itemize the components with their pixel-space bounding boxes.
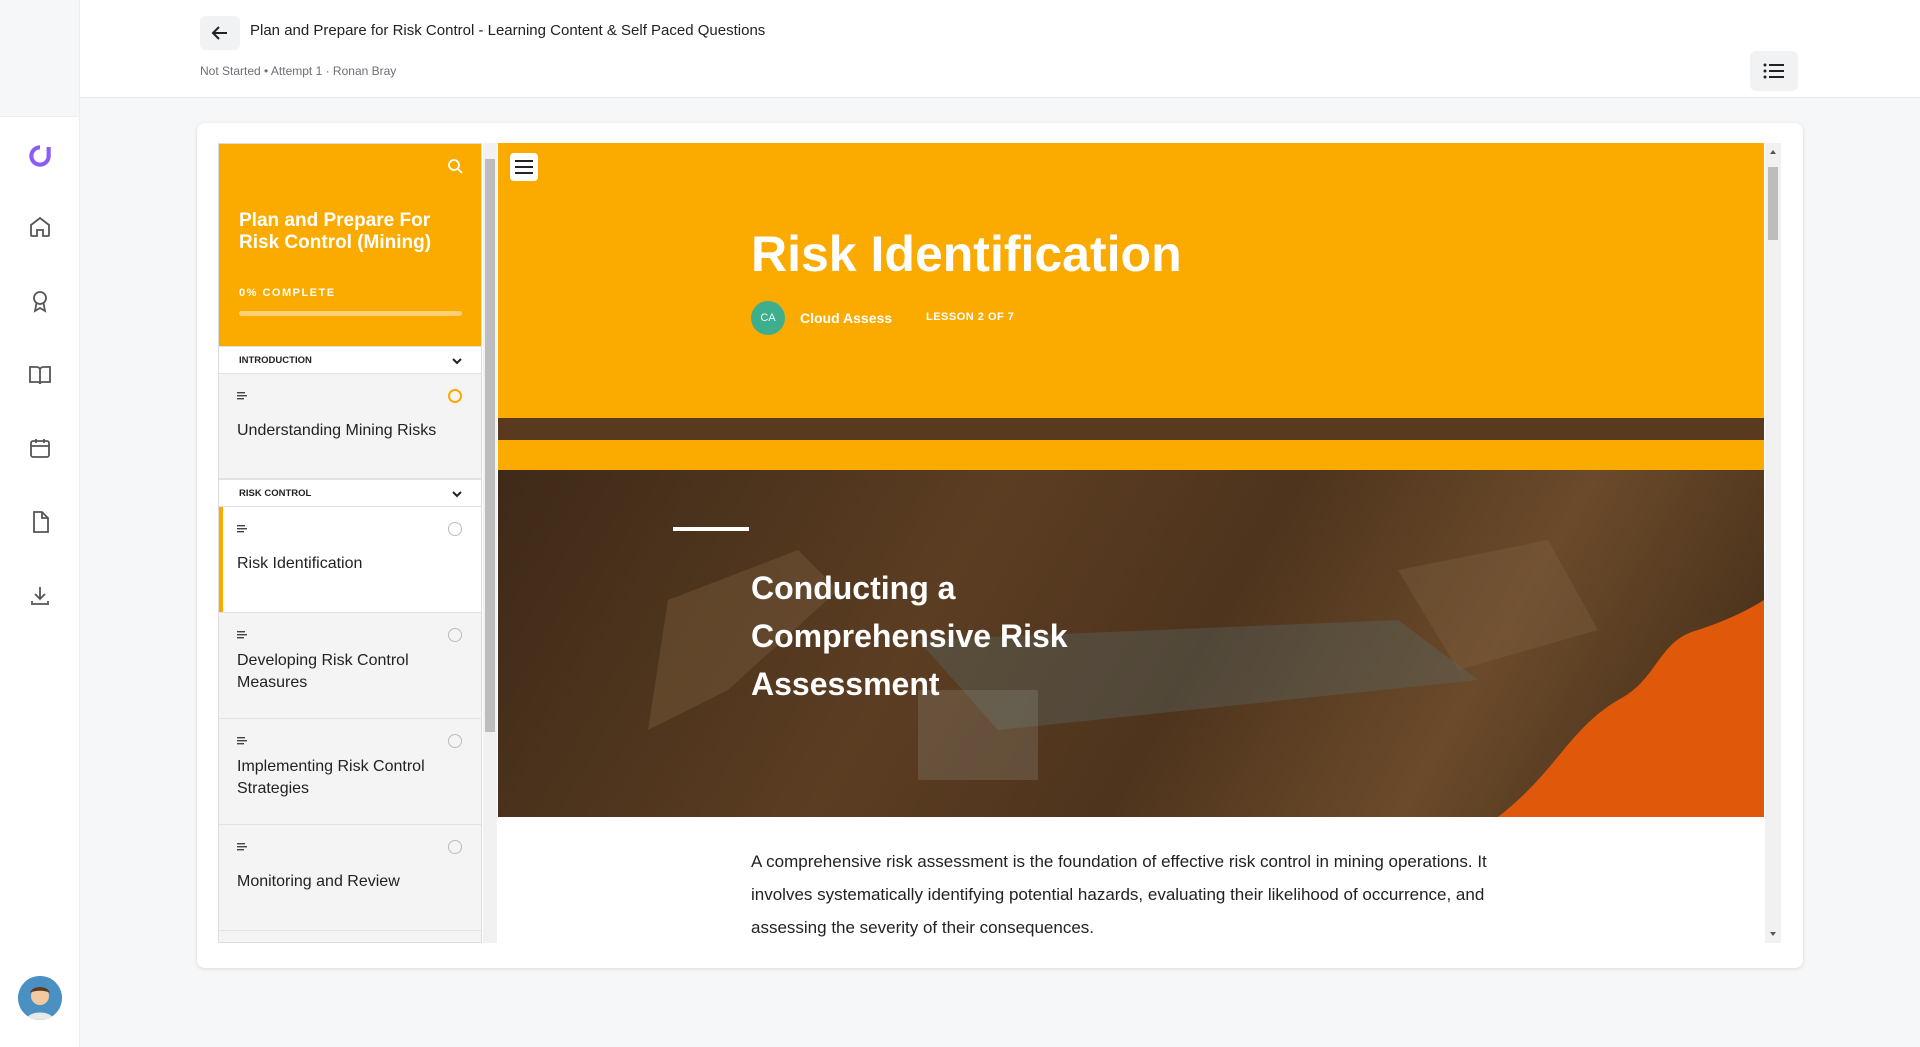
lesson-image-block: Conducting a Comprehensive Risk Assessme… — [498, 470, 1764, 817]
heading-rule — [673, 527, 749, 531]
search-icon[interactable] — [447, 158, 463, 179]
lesson-title: Understanding Mining Risks — [237, 422, 437, 439]
text-lines-icon — [237, 392, 247, 400]
download-icon[interactable] — [26, 582, 54, 610]
text-lines-icon — [237, 737, 247, 745]
lesson-title: Developing Risk Control Measures — [237, 652, 409, 691]
text-lines-icon — [237, 631, 247, 639]
decorative-stripe-dark — [498, 418, 1764, 440]
section-header-introduction[interactable]: INTRODUCTION — [219, 346, 481, 374]
arrow-left-icon — [211, 26, 227, 40]
rail-top — [0, 0, 79, 117]
decorative-stripe-yellow — [498, 440, 1764, 470]
section-label: RISK CONTROL — [239, 487, 312, 499]
chevron-down-icon — [452, 358, 462, 365]
course-title: Plan and Prepare For Risk Control (Minin… — [239, 210, 432, 253]
lesson-item[interactable]: Implementing Risk Control Strategies — [219, 719, 481, 825]
lesson-menu-button[interactable] — [510, 153, 538, 181]
status-in-progress-icon — [448, 389, 462, 403]
lesson-item[interactable]: Developing Risk Control Measures — [219, 613, 481, 719]
status-not-started-icon — [448, 628, 462, 642]
user-avatar[interactable] — [18, 976, 62, 1020]
author-name: Cloud Assess — [800, 310, 893, 326]
lesson-item-active[interactable]: Risk Identification — [219, 507, 481, 613]
status-not-started-icon — [448, 522, 462, 536]
status-not-started-icon — [448, 734, 462, 748]
lesson-count: LESSON 2 OF 7 — [926, 311, 1015, 323]
sidebar-scrollbar-thumb[interactable] — [485, 159, 495, 732]
lesson-item[interactable]: Monitoring and Review — [219, 825, 481, 931]
lesson-title: Risk Identification — [237, 555, 363, 572]
calendar-icon[interactable] — [26, 434, 54, 462]
book-icon[interactable] — [26, 361, 54, 389]
home-icon[interactable] — [26, 213, 54, 241]
lesson-title: Implementing Risk Control Strategies — [237, 758, 425, 797]
text-lines-icon — [237, 843, 247, 851]
text-lines-icon — [237, 525, 247, 533]
file-icon[interactable] — [26, 508, 54, 536]
scroll-up-icon[interactable] — [1765, 145, 1781, 159]
lesson-content: Risk Identification CA Cloud Assess LESS… — [498, 143, 1764, 943]
status-not-started-icon — [448, 840, 462, 854]
attempt-meta: Not Started • Attempt 1 · Ronan Bray — [200, 64, 397, 78]
author-avatar: CA — [751, 301, 785, 335]
scroll-down-icon[interactable] — [1765, 927, 1781, 941]
table-of-contents-button[interactable] — [1750, 51, 1798, 91]
section-label: INTRODUCTION — [239, 354, 312, 366]
chevron-down-icon — [452, 491, 462, 498]
course-header-panel: Plan and Prepare For Risk Control (Minin… — [219, 144, 481, 346]
lesson-title: Monitoring and Review — [237, 873, 400, 890]
app-rail — [0, 0, 80, 1047]
course-sidebar: Plan and Prepare For Risk Control (Minin… — [218, 143, 482, 943]
lesson-item[interactable]: Understanding Mining Risks — [219, 374, 481, 479]
content-scrollbar-thumb[interactable] — [1768, 167, 1778, 240]
content-scrollbar[interactable] — [1765, 143, 1781, 943]
page-title: Plan and Prepare for Risk Control - Lear… — [250, 22, 766, 39]
award-icon[interactable] — [26, 287, 54, 315]
lesson-body-text: A comprehensive risk assessment is the f… — [751, 852, 1487, 937]
back-button[interactable] — [200, 16, 240, 50]
lesson-hero: Risk Identification CA Cloud Assess LESS… — [498, 143, 1764, 418]
progress-bar — [239, 311, 462, 316]
section-heading: Conducting a Comprehensive Risk Assessme… — [751, 570, 1068, 702]
progress-label: 0% COMPLETE — [239, 287, 336, 299]
course-header: Plan and Prepare for Risk Control - Lear… — [80, 0, 1920, 98]
list-icon — [1763, 63, 1784, 79]
section-header-risk-control[interactable]: RISK CONTROL — [219, 479, 481, 507]
brand-logo-icon[interactable] — [26, 142, 54, 170]
hamburger-icon — [515, 160, 533, 174]
lesson-title: Risk Identification — [751, 226, 1182, 282]
sidebar-scrollbar[interactable] — [483, 143, 497, 943]
